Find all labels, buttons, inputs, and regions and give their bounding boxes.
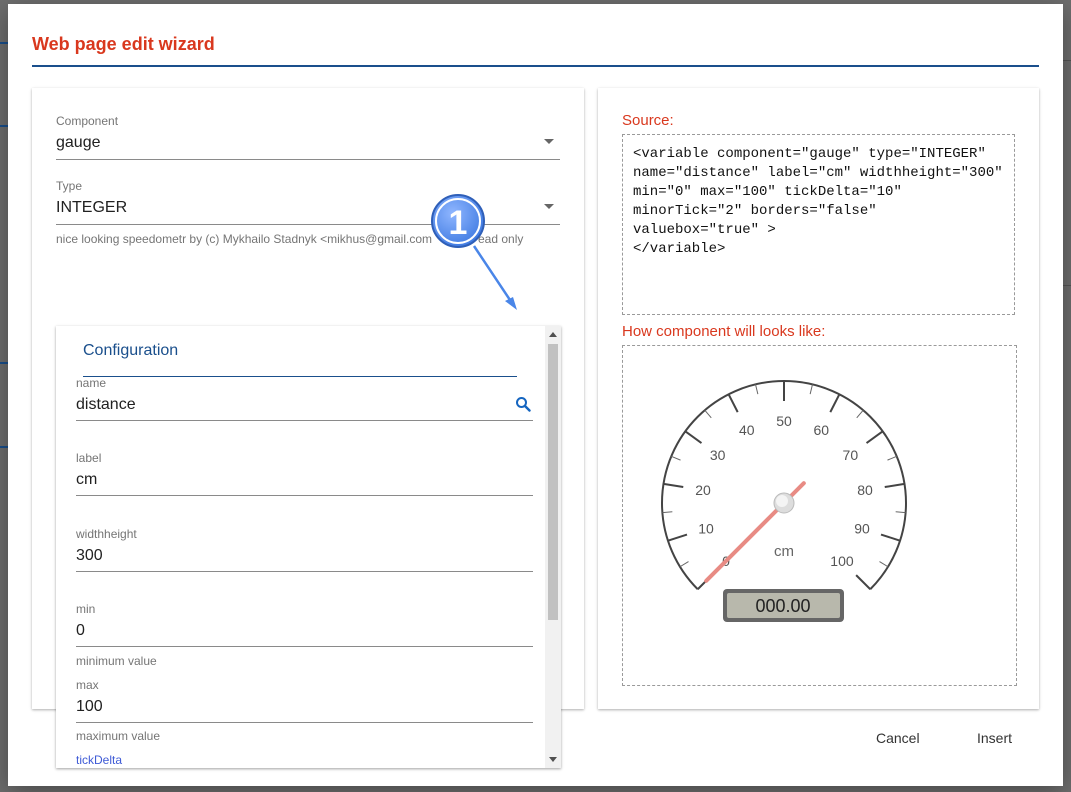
max-helper-text: maximum value <box>76 729 161 743</box>
backdrop-rule <box>0 42 8 44</box>
name-field[interactable]: name distance <box>76 376 533 421</box>
component-settings-card: Component gauge Type INTEGER nice lookin… <box>32 88 584 768</box>
source-heading: Source: <box>622 112 674 129</box>
cancel-button[interactable]: Cancel <box>868 726 928 750</box>
chevron-down-icon[interactable] <box>544 204 554 209</box>
gauge-major-tick <box>865 430 884 444</box>
widthheight-label: widthheight <box>76 527 137 541</box>
min-field[interactable]: min 0 <box>76 602 533 647</box>
gauge-minor-tick <box>809 384 813 395</box>
component-select[interactable]: Component gauge <box>56 114 560 160</box>
max-field[interactable]: max 100 <box>76 678 533 723</box>
gauge-major-tick <box>855 574 871 590</box>
read-only-hint: ead only <box>478 232 524 246</box>
gauge-tick-label: 60 <box>813 422 829 438</box>
gauge-units: cm <box>774 543 794 560</box>
component-label: Component <box>56 114 119 128</box>
preview-card: Source: <variable component="gauge" type… <box>598 88 1039 709</box>
max-value: 100 <box>76 698 103 715</box>
label-field[interactable]: label cm <box>76 451 533 496</box>
widthheight-field[interactable]: widthheight 300 <box>76 527 533 572</box>
min-value: 0 <box>76 622 85 639</box>
component-preview: 0102030405060708090100 cm 000.00 <box>622 345 1017 686</box>
gauge-minor-tick <box>887 455 897 461</box>
backdrop-rule <box>0 446 8 448</box>
gauge-tick-label: 90 <box>854 520 870 536</box>
gauge-major-tick <box>667 533 688 542</box>
tickdelta-label[interactable]: tickDelta <box>76 753 122 767</box>
gauge-widget: 0102030405060708090100 cm 000.00 <box>661 380 907 622</box>
gauge-minor-tick <box>704 409 712 419</box>
component-description: nice looking speedometr by (c) Mykhailo … <box>56 232 433 246</box>
dialog-title: Web page edit wizard <box>32 34 215 54</box>
gauge-major-tick <box>663 482 684 489</box>
component-value: gauge <box>56 134 101 151</box>
name-value: distance <box>76 396 136 413</box>
preview-heading: How component will looks like: <box>622 323 826 340</box>
min-label: min <box>76 602 96 616</box>
scroll-up-icon[interactable] <box>549 332 557 337</box>
backdrop-rule <box>1063 285 1071 286</box>
gauge-minor-tick <box>662 511 673 514</box>
gauge-minor-tick <box>856 409 864 419</box>
name-label: name <box>76 376 107 390</box>
gauge-minor-tick <box>879 561 889 568</box>
type-label: Type <box>56 179 83 193</box>
backdrop-rule <box>0 362 8 364</box>
gauge-major-tick <box>727 393 739 413</box>
config-scrollbar[interactable] <box>545 326 561 768</box>
backdrop-rule <box>0 125 8 127</box>
gauge-major-tick <box>880 533 901 542</box>
gauge-minor-tick <box>895 511 906 514</box>
gauge-tick-label: 100 <box>830 553 854 569</box>
gauge-tick-label: 30 <box>710 447 726 463</box>
gauge-tick-label: 10 <box>698 520 714 536</box>
widthheight-value: 300 <box>76 547 103 564</box>
configuration-panel: Configuration name distance label cm wid… <box>56 326 561 768</box>
scrollbar-thumb[interactable] <box>548 344 558 620</box>
label-label: label <box>76 451 102 465</box>
min-helper-text: minimum value <box>76 654 157 668</box>
tab-configuration[interactable]: Configuration <box>83 342 517 377</box>
tab-configuration-label: Configuration <box>83 342 179 359</box>
type-value: INTEGER <box>56 199 128 216</box>
gauge-tick-label: 40 <box>739 422 755 438</box>
title-divider <box>32 65 1039 67</box>
label-value: cm <box>76 471 98 488</box>
gauge-major-tick <box>884 482 905 489</box>
insert-button[interactable]: Insert <box>969 726 1020 750</box>
edit-wizard-dialog: Web page edit wizard Component gauge Typ… <box>8 4 1063 786</box>
gauge-major-tick <box>684 430 703 444</box>
source-code[interactable]: <variable component="gauge" type="INTEGE… <box>622 134 1015 315</box>
gauge-tick-label: 80 <box>857 482 873 498</box>
gauge-minor-tick <box>755 384 759 395</box>
type-select[interactable]: Type INTEGER <box>56 179 560 225</box>
search-icon[interactable] <box>515 396 531 412</box>
gauge-minor-tick <box>671 455 681 461</box>
gauge-value-text: 000.00 <box>755 596 810 616</box>
max-label: max <box>76 678 99 692</box>
gauge-tick-label: 20 <box>695 482 711 498</box>
gauge-tick-label: 70 <box>843 447 859 463</box>
chevron-down-icon[interactable] <box>544 139 554 144</box>
scroll-down-icon[interactable] <box>549 757 557 762</box>
gauge-tick-label: 50 <box>776 413 792 429</box>
gauge-minor-tick <box>679 561 689 568</box>
gauge-major-tick <box>829 393 841 413</box>
backdrop-rule <box>1063 60 1071 61</box>
